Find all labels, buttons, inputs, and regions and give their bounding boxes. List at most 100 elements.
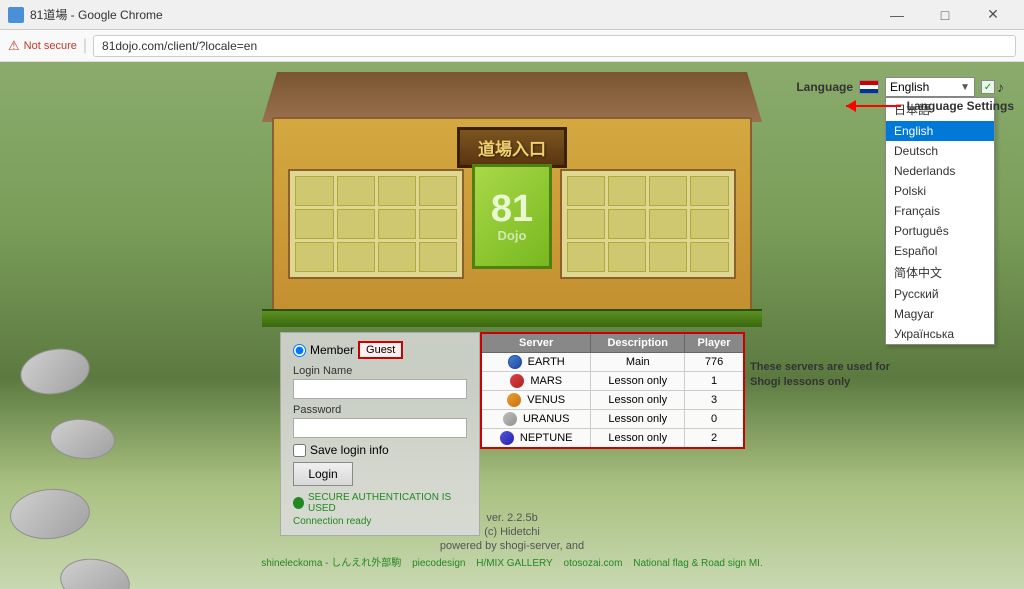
main-content: 道場入口 81 Dojo <box>0 62 1024 589</box>
table-row: MARS Lesson only 1 <box>481 372 744 391</box>
footer-link-shineleckoma[interactable]: shineleckoma - しんえれ外部駒 <box>261 558 401 569</box>
venus-name: VENUS <box>527 394 565 406</box>
dojo-base <box>262 309 762 327</box>
venus-icon <box>507 393 521 407</box>
right-window <box>560 169 736 279</box>
lang-option-zh[interactable]: 简体中文 <box>886 261 994 284</box>
password-label: Password <box>293 404 467 416</box>
lang-option-pt[interactable]: Português <box>886 221 994 241</box>
footer-link-otosozai[interactable]: otosozai.com <box>564 558 623 569</box>
venus-description: Lesson only <box>591 391 685 410</box>
uranus-players: 0 <box>685 410 744 429</box>
mars-name: MARS <box>530 375 562 387</box>
annotation-text: Language Settings <box>907 99 1014 113</box>
lang-option-ru[interactable]: Русский <box>886 284 994 304</box>
earth-players: 776 <box>685 353 744 372</box>
dojo-wall: 道場入口 81 Dojo <box>272 117 752 312</box>
save-login-checkbox[interactable] <box>293 444 306 457</box>
lang-option-en[interactable]: English <box>886 121 994 141</box>
member-label: Member <box>310 343 354 357</box>
close-button[interactable]: ✕ <box>970 0 1016 30</box>
arrowhead-icon <box>846 100 856 112</box>
lang-option-pl[interactable]: Polski <box>886 181 994 201</box>
lang-option-es[interactable]: Español <box>886 241 994 261</box>
security-text: Not secure <box>24 40 77 52</box>
footer-link-national[interactable]: National flag & Road sign MI. <box>633 558 763 569</box>
table-row: VENUS Lesson only 3 <box>481 391 744 410</box>
minimize-button[interactable]: — <box>874 0 920 30</box>
dojo-roof <box>262 72 762 122</box>
language-area: Language English ▼ 日本語 English Deutsch N… <box>796 77 1004 97</box>
uranus-name-cell: URANUS <box>481 410 591 429</box>
version-text: ver. 2.2.5b <box>0 512 1024 524</box>
password-row: Password <box>293 404 467 438</box>
neptune-players: 2 <box>685 429 744 449</box>
mars-players: 1 <box>685 372 744 391</box>
secure-icon <box>293 497 304 509</box>
music-check-icon[interactable]: ✓ <box>981 80 995 94</box>
login-name-label: Login Name <box>293 365 467 377</box>
description-header: Description <box>591 333 685 353</box>
browser-icon <box>8 7 24 23</box>
language-dropdown-trigger[interactable]: English ▼ <box>885 77 975 97</box>
selected-language: English <box>890 80 929 94</box>
security-warning: ⚠ Not secure <box>8 38 77 54</box>
red-arrow <box>846 105 901 107</box>
language-settings-annotation: Language Settings <box>846 99 1014 113</box>
player-header: Player <box>685 333 744 353</box>
login-panel: Member Guest Login Name Password Save lo… <box>280 332 480 536</box>
lang-option-uk[interactable]: Українська <box>886 324 994 344</box>
language-dropdown[interactable]: 日本語 English Deutsch Nederlands Polski Fr… <box>885 97 995 345</box>
server-table-container: Server Description Player EARTH Main 776 <box>480 332 745 449</box>
earth-description: Main <box>591 353 685 372</box>
lang-option-nl[interactable]: Nederlands <box>886 161 994 181</box>
member-radio[interactable] <box>293 344 306 357</box>
neptune-icon <box>500 431 514 445</box>
lang-option-fr[interactable]: Français <box>886 201 994 221</box>
login-name-input[interactable] <box>293 379 467 399</box>
maximize-button[interactable]: □ <box>922 0 968 30</box>
venus-players: 3 <box>685 391 744 410</box>
footer-links: shineleckoma - しんえれ外部駒 piecodesign H/MIX… <box>0 554 1024 569</box>
logo-sub: Dojo <box>498 228 527 243</box>
server-header: Server <box>481 333 591 353</box>
dropdown-arrow-icon: ▼ <box>960 82 970 93</box>
neptune-description: Lesson only <box>591 429 685 449</box>
music-note-icon: ♪ <box>997 79 1004 95</box>
titlebar: 81道場 - Google Chrome — □ ✕ <box>0 0 1024 30</box>
table-row: NEPTUNE Lesson only 2 <box>481 429 744 449</box>
server-table: Server Description Player EARTH Main 776 <box>480 332 745 449</box>
uranus-description: Lesson only <box>591 410 685 429</box>
table-header-row: Server Description Player <box>481 333 744 353</box>
neptune-name: NEPTUNE <box>520 432 573 444</box>
guest-button[interactable]: Guest <box>358 341 403 359</box>
lesson-note: These servers are used for Shogi lessons… <box>750 360 900 391</box>
window-controls: — □ ✕ <box>874 0 1016 30</box>
url-input[interactable] <box>93 35 1016 57</box>
table-row: URANUS Lesson only 0 <box>481 410 744 429</box>
earth-name: EARTH <box>528 356 565 368</box>
warning-icon: ⚠ <box>8 38 20 54</box>
secure-row: SECURE AUTHENTICATION IS USED <box>293 492 467 514</box>
music-checkbox[interactable]: ✓ ♪ <box>981 79 1004 95</box>
venus-name-cell: VENUS <box>481 391 591 410</box>
stone <box>48 416 116 462</box>
uranus-name: URANUS <box>523 413 569 425</box>
password-input[interactable] <box>293 418 467 438</box>
save-login-label: Save login info <box>310 443 389 457</box>
copyright-text: (c) Hidetchi <box>0 526 1024 538</box>
earth-name-cell: EARTH <box>481 353 591 372</box>
login-button[interactable]: Login <box>293 462 353 486</box>
earth-icon <box>508 355 522 369</box>
language-select-wrapper[interactable]: English ▼ 日本語 English Deutsch Nederlands… <box>885 77 975 97</box>
logo-number: 81 <box>491 190 533 228</box>
lang-option-de[interactable]: Deutsch <box>886 141 994 161</box>
dojo-building: 道場入口 81 Dojo <box>262 72 762 312</box>
logo-box: 81 Dojo <box>472 164 552 269</box>
footer-link-hmix[interactable]: H/MIX GALLERY <box>476 558 553 569</box>
stone <box>17 343 94 399</box>
footer-link-piecodesign[interactable]: piecodesign <box>412 558 465 569</box>
lang-option-hu[interactable]: Magyar <box>886 304 994 324</box>
separator: | <box>83 37 87 55</box>
mars-icon <box>510 374 524 388</box>
